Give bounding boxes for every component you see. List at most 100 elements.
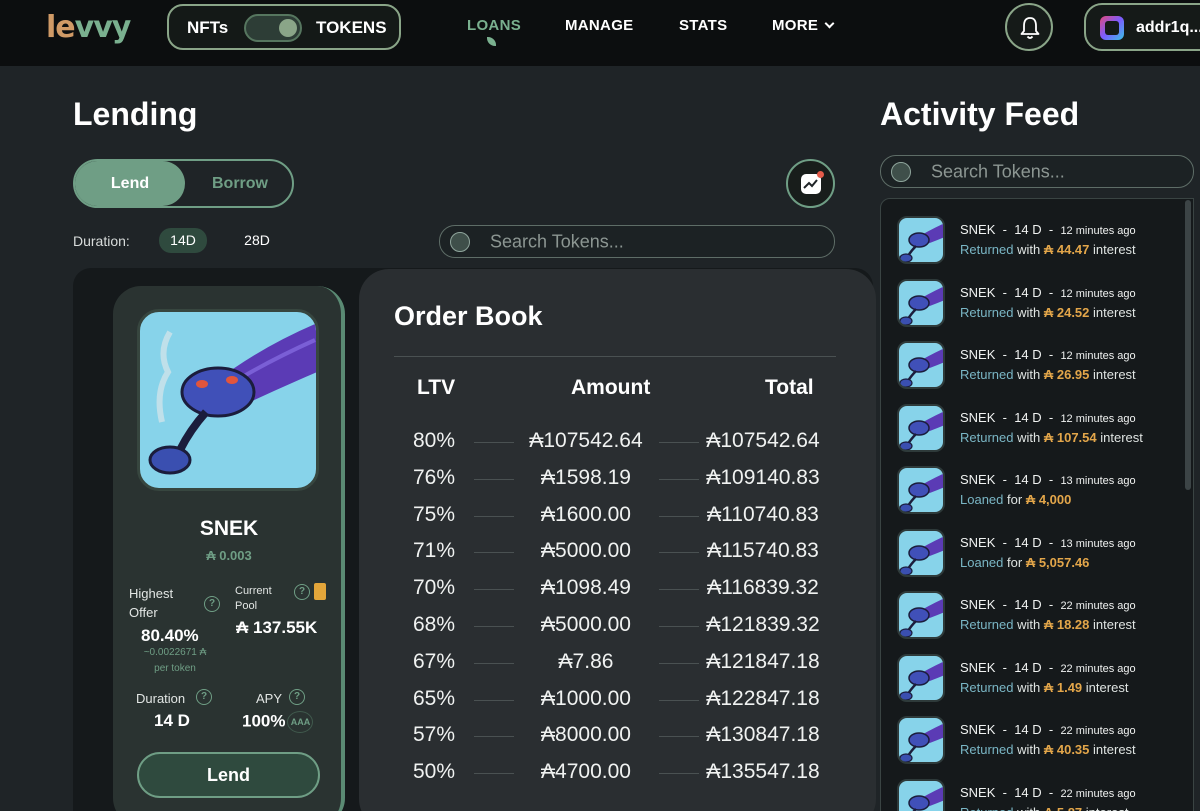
toggle-knob: [279, 19, 297, 37]
table-row[interactable]: 67% ₳7.86 ₳121847.18: [359, 650, 876, 684]
feed-item-header: SNEK - 14 D - 12 minutes ago: [960, 410, 1136, 425]
amount-cell: ₳4700.00: [541, 760, 631, 784]
nfts-tokens-toggle[interactable]: NFTs TOKENS: [167, 4, 401, 50]
book-icon[interactable]: [314, 583, 326, 600]
feed-item-header: SNEK - 14 D - 22 minutes ago: [960, 785, 1136, 800]
feed-connector: with: [1017, 429, 1041, 445]
list-item[interactable]: SNEK - 14 D - 22 minutes ago Returned wit…: [881, 716, 1181, 778]
total-cell: ₳121839.32: [706, 613, 820, 636]
separator: -: [1041, 347, 1061, 362]
row-divider: [659, 589, 699, 591]
row-divider: [659, 442, 699, 443]
nav-manage[interactable]: MANAGE: [565, 17, 633, 34]
toggle-label-tokens[interactable]: TOKENS: [316, 18, 387, 38]
toggle-label-nfts[interactable]: NFTs: [187, 18, 228, 38]
feed-status: Loaned: [960, 492, 1004, 507]
feed-time: 22 minutes ago: [1060, 725, 1136, 737]
highest-offer-label-1: Highest: [129, 586, 174, 601]
list-item[interactable]: SNEK - 14 D - 12 minutes ago Returned wit…: [881, 278, 1181, 341]
ltv-cell: 68%: [412, 613, 456, 636]
feed-suffix: interest: [1093, 304, 1136, 320]
apy-value: 100% AAA: [242, 711, 314, 733]
table-row[interactable]: 75% ₳1600.00 ₳110740.83: [359, 503, 876, 537]
ltv-cell: 76%: [412, 465, 456, 489]
toggle-switch[interactable]: [244, 14, 302, 42]
wallet-address: addr1q...5: [1136, 19, 1200, 36]
feed-duration: 14 D: [1014, 597, 1042, 612]
feed-time: 12 minutes ago: [1060, 350, 1136, 362]
levvy-logo[interactable]: levvy: [46, 10, 131, 45]
chart-button[interactable]: [786, 159, 835, 208]
search-icon: [450, 231, 470, 252]
activity-feed-list[interactable]: SNEK - 14 D - 12 minutes ago Returned wit…: [880, 198, 1194, 811]
feed-amount: ₳ 5,057.46: [1025, 554, 1090, 570]
duration-option-14d[interactable]: 14D: [159, 228, 207, 253]
table-row[interactable]: 80% ₳107542.64 ₳107542.64: [359, 429, 876, 463]
apy-rating-badge: AAA: [287, 711, 314, 733]
table-row[interactable]: 76% ₳1598.19 ₳109140.83: [359, 466, 876, 500]
total-cell: ₳121847.18: [706, 649, 820, 673]
help-icon[interactable]: ?: [196, 689, 212, 705]
table-row[interactable]: 70% ₳1098.49 ₳116839.32: [359, 576, 876, 610]
list-item[interactable]: SNEK - 14 D - 22 minutes ago Returned wit…: [881, 778, 1181, 811]
feed-connector: with: [1017, 242, 1041, 257]
ltv-cell: 70%: [412, 576, 456, 600]
total-cell: ₳135547.18: [706, 760, 820, 784]
logo-part-a: le: [46, 10, 76, 45]
order-book-title: Order Book: [394, 301, 543, 331]
ltv-cell: 80%: [412, 429, 456, 452]
separator: -: [1041, 284, 1061, 300]
table-row[interactable]: 68% ₳5000.00 ₳121839.32: [359, 613, 876, 647]
ltv-cell: 57%: [412, 723, 456, 747]
notifications-button[interactable]: [1005, 3, 1053, 51]
column-header-amount: Amount: [571, 376, 651, 399]
table-row[interactable]: 65% ₳1000.00 ₳122847.18: [359, 687, 876, 721]
table-row[interactable]: 50% ₳4700.00 ₳135547.18: [359, 760, 876, 794]
nav-loans[interactable]: LOANS: [467, 17, 521, 34]
lend-button[interactable]: Lend: [137, 752, 320, 798]
help-icon[interactable]: ?: [204, 596, 220, 612]
feed-search-input[interactable]: Search Tokens...: [880, 155, 1194, 188]
table-row[interactable]: 71% ₳5000.00 ₳115740.83: [359, 539, 876, 573]
token-search-input[interactable]: Search Tokens...: [439, 225, 835, 258]
bell-icon: [1020, 17, 1040, 39]
snek-token-image: [137, 309, 319, 491]
list-item[interactable]: SNEK - 14 D - 13 minutes ago Loaned for ₳…: [881, 528, 1181, 591]
feed-token: SNEK: [960, 222, 996, 237]
tab-lend[interactable]: Lend: [75, 161, 185, 206]
table-row[interactable]: 57% ₳8000.00 ₳130847.18: [359, 723, 876, 757]
list-item[interactable]: SNEK - 14 D - 12 minutes ago Returned wit…: [881, 216, 1181, 278]
token-thumbnail: [897, 591, 945, 639]
feed-connector: with: [1017, 679, 1041, 695]
feed-status: Returned: [960, 679, 1014, 695]
offer-per-token-2: per token: [154, 663, 196, 674]
feed-amount: ₳ 107.54: [1043, 429, 1097, 445]
row-divider: [474, 699, 514, 701]
list-item[interactable]: SNEK - 14 D - 12 minutes ago Returned wit…: [881, 341, 1181, 403]
feed-connector: with: [1017, 805, 1040, 811]
feed-token: SNEK: [960, 534, 996, 550]
list-item[interactable]: SNEK - 14 D - 22 minutes ago Returned wit…: [881, 591, 1181, 653]
feed-duration: 14 D: [1014, 222, 1042, 237]
amount-cell: ₳8000.00: [541, 723, 631, 747]
feed-token: SNEK: [960, 472, 996, 487]
feed-scrollbar[interactable]: [1185, 200, 1191, 490]
separator: -: [1041, 659, 1061, 675]
separator: -: [995, 659, 1015, 675]
help-icon[interactable]: ?: [289, 689, 305, 705]
list-item[interactable]: SNEK - 14 D - 12 minutes ago Returned wit…: [881, 403, 1181, 466]
feed-status: Returned: [960, 429, 1014, 445]
divider: [394, 356, 836, 357]
duration-option-28d[interactable]: 28D: [233, 228, 281, 253]
list-item[interactable]: SNEK - 14 D - 13 minutes ago Loaned for ₳…: [881, 466, 1181, 528]
total-cell: ₳122847.18: [706, 686, 820, 710]
help-icon[interactable]: ?: [294, 584, 310, 600]
row-divider: [474, 442, 514, 443]
wallet-button[interactable]: addr1q...5: [1084, 3, 1200, 51]
tab-borrow[interactable]: Borrow: [185, 161, 295, 206]
nav-more[interactable]: MORE: [772, 17, 835, 34]
nav-stats[interactable]: STATS: [679, 17, 727, 34]
list-item[interactable]: SNEK - 14 D - 22 minutes ago Returned wit…: [881, 653, 1181, 716]
feed-status: Returned: [960, 805, 1013, 811]
feed-time: 12 minutes ago: [1060, 225, 1136, 237]
